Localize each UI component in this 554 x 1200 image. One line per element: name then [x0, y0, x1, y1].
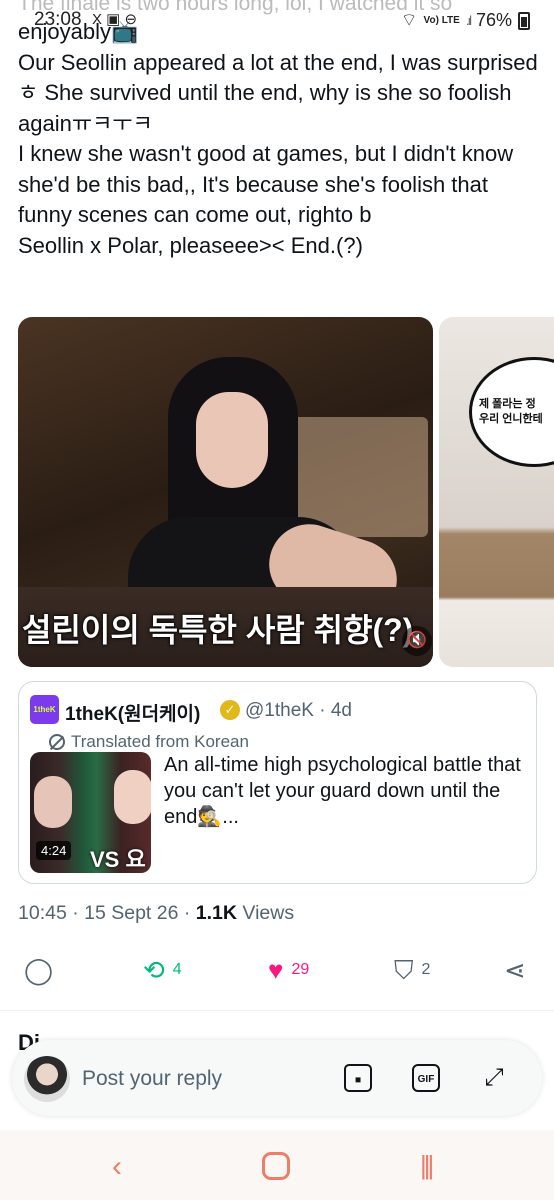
action-bar: ◯ ⟲ 4 ♥ 29 ⛉ 2 ⋖	[0, 948, 554, 992]
bookmark-count: 2	[421, 961, 431, 978]
translated-label: Translated from Korean	[49, 732, 249, 752]
signal-icon: .ıl	[465, 13, 472, 28]
system-nav-bar: ‹ |||	[0, 1130, 554, 1200]
bookmark-button[interactable]: ⛉ 2	[394, 948, 430, 992]
share-button[interactable]: ⋖	[504, 948, 526, 992]
home-icon[interactable]	[262, 1152, 290, 1180]
quoted-handle: @1theK · 4d	[245, 700, 352, 721]
volte-indicator: Vo) LTE	[423, 14, 460, 26]
person-face	[196, 392, 268, 488]
thumb-face-right	[114, 770, 151, 824]
reply-button[interactable]: ◯	[24, 948, 53, 992]
battery-percent: 76%	[475, 10, 512, 30]
back-icon[interactable]: ‹	[112, 1150, 122, 1184]
reply-icon: ◯	[24, 955, 54, 985]
tweet-line: Seollin x Polar, pleaseee>< End.(?)	[18, 232, 363, 258]
retweet-icon: ⟲	[143, 955, 165, 985]
tweet-timestamp[interactable]: 10:45 · 15 Sept 26 ·	[18, 902, 196, 924]
video-caption: 설린이의 독특한 사람 취향(?)	[22, 612, 414, 648]
views-count: 1.1K	[195, 902, 237, 924]
gif-icon[interactable]: GIF	[412, 1064, 440, 1092]
quoted-tweet[interactable]: 1theK 1theK(원더케이) ✓ @1theK · 4d Translat…	[18, 681, 537, 884]
notification-icons: X ▣ ⊖	[92, 11, 138, 28]
tweet-line: Our Seollin appeared a lot at the end, I…	[18, 49, 538, 136]
tweet-text: enjoyably📺 Our Seollin appeared a lot at…	[18, 17, 538, 261]
mute-icon[interactable]: 🔇	[402, 626, 432, 656]
tweet-video[interactable]: 설린이의 독특한 사람 취향(?) 🔇	[18, 317, 433, 667]
video-duration: 4:24	[36, 841, 72, 860]
translate-icon	[49, 734, 65, 750]
divider	[0, 1010, 554, 1011]
bookmark-icon: ⛉	[394, 955, 414, 985]
verified-badge-icon: ✓	[220, 700, 240, 720]
expand-icon[interactable]: ⤢	[480, 1064, 508, 1092]
image-icon[interactable]: ▪	[344, 1064, 372, 1092]
wifi-icon: ⌔	[400, 10, 418, 30]
tweet-image-second[interactable]: 제 폴라는 정 우리 언니한테	[439, 317, 554, 667]
recent-apps-icon[interactable]: |||	[420, 1150, 434, 1181]
status-time: 23:08	[34, 9, 82, 30]
speech-bubble-text: 제 폴라는 정 우리 언니한테	[479, 398, 543, 425]
translated-text: Translated from Korean	[71, 732, 249, 751]
views-label: Views	[237, 902, 295, 924]
retweet-button[interactable]: ⟲ 4	[143, 948, 182, 992]
status-bar: The finale is two hours long, lol, I wat…	[0, 0, 554, 34]
quoted-video-thumbnail[interactable]: VS 요 4:24	[30, 752, 151, 873]
battery-icon	[518, 11, 530, 30]
reply-composer[interactable]: Post your reply ▪ GIF ⤢	[12, 1040, 542, 1116]
tweet-meta: 10:45 · 15 Sept 26 · 1.1K Views	[18, 902, 294, 925]
thumb-face-left	[34, 776, 72, 828]
tweet-line: I knew she wasn't good at games, but I d…	[18, 141, 514, 227]
reply-input[interactable]: Post your reply	[82, 1067, 222, 1091]
retweet-count: 4	[172, 961, 182, 978]
cut-off-text-line: The finale is two hours long, lol, I wat…	[18, 0, 453, 15]
heart-icon: ♥	[268, 955, 284, 985]
thumb-text: VS 요	[90, 847, 146, 872]
like-count: 29	[291, 961, 310, 978]
like-button[interactable]: ♥ 29	[268, 948, 309, 992]
quoted-body: An all-time high psychological battle th…	[164, 754, 521, 828]
avatar	[24, 1056, 70, 1102]
status-right-group: ⌔ Vo) LTE .ıl 76%	[401, 9, 530, 32]
quoted-author-name[interactable]: 1theK(원더케이)	[65, 699, 200, 726]
quoted-avatar[interactable]: 1theK	[30, 695, 59, 724]
share-icon: ⋖	[504, 955, 526, 985]
